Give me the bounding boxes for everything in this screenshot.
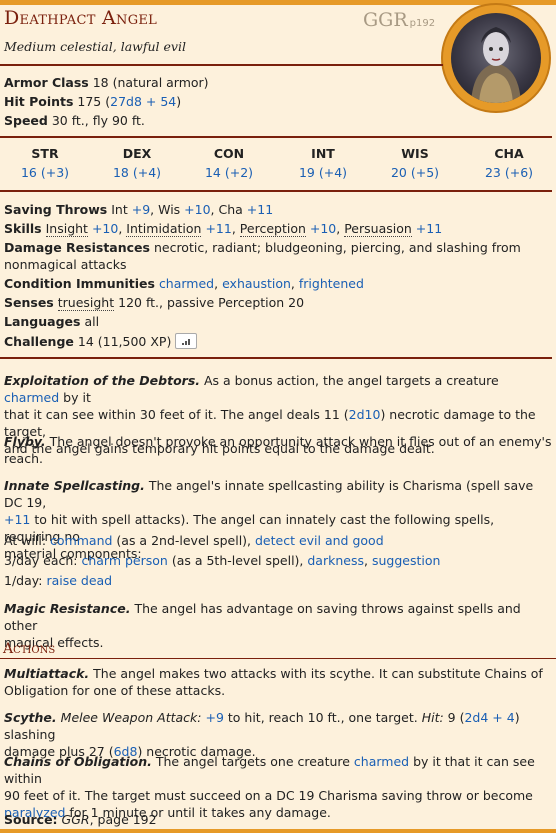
spell-link[interactable]: command [50, 533, 112, 548]
skill-intimidation[interactable]: Intimidation [126, 221, 202, 237]
ability-con: CON 14 (+2) [184, 146, 274, 180]
challenge: Challenge 14 (11,500 XP) [4, 333, 198, 349]
damage-roll[interactable]: 2d10 [349, 407, 381, 422]
attack-roll[interactable]: +9 [205, 710, 223, 725]
trait-innate-spellcasting: Innate Spellcasting. The angel's innate … [4, 478, 534, 561]
statblock: Deathpact Angel GGR p192 Medium celestial… [0, 0, 556, 833]
condition-link[interactable]: exhaustion [222, 276, 291, 291]
hit-points: Hit Points 175 (27d8 + 54) [4, 94, 182, 109]
skill-persuasion[interactable]: Persuasion [344, 221, 412, 237]
action-multiattack: Multiattack. The angel makes two attacks… [4, 666, 543, 698]
save-roll[interactable]: +9 [132, 202, 150, 217]
ability-wis: WIS 20 (+5) [370, 146, 460, 180]
trait-magic-resistance: Magic Resistance. The angel has advantag… [4, 601, 521, 650]
ability-roll[interactable]: 23 (+6) [464, 165, 554, 180]
signal-bars-icon[interactable] [175, 333, 198, 349]
skills: Skills Insight +10, Intimidation +11, Pe… [4, 221, 443, 237]
spell-link[interactable]: suggestion [372, 553, 440, 568]
creature-name: Deathpact Angel [4, 7, 158, 29]
skill-perception[interactable]: Perception [239, 221, 306, 237]
top-border [0, 0, 556, 5]
save-roll[interactable]: +11 [247, 202, 273, 217]
languages: Languages all [4, 314, 100, 329]
condition-link[interactable]: charmed [354, 754, 409, 769]
condition-link[interactable]: charmed [159, 276, 214, 291]
spell-link[interactable]: darkness [307, 553, 364, 568]
spell-link[interactable]: raise dead [46, 573, 112, 588]
damage-roll[interactable]: 2d4 + 4 [464, 710, 514, 725]
source-abbrev[interactable]: GGR [363, 9, 408, 31]
save-roll[interactable]: +10 [184, 202, 210, 217]
ability-roll[interactable]: 20 (+5) [370, 165, 460, 180]
divider [0, 658, 556, 659]
skill-insight[interactable]: Insight [45, 221, 88, 237]
source-book[interactable]: GGR [62, 812, 90, 827]
actions-header: Actions [3, 641, 56, 657]
source-line: Source: GGR, page 192 [4, 812, 157, 827]
source-page: p192 [409, 18, 436, 29]
spell-link[interactable]: detect evil and good [255, 533, 384, 548]
skill-roll[interactable]: +11 [205, 221, 231, 236]
divider [0, 64, 443, 66]
ability-roll[interactable]: 18 (+4) [92, 165, 182, 180]
trait-flyby: Flyby. The angel doesn't provoke an oppo… [4, 434, 552, 466]
hp-roll[interactable]: 27d8 + 54 [110, 94, 176, 109]
action-chains-of-obligation: Chains of Obligation. The angel targets … [4, 754, 535, 820]
ability-roll[interactable]: 19 (+4) [278, 165, 368, 180]
truesight-term[interactable]: truesight [57, 295, 115, 311]
ability-str: STR 16 (+3) [0, 146, 90, 180]
creature-type: Medium celestial, lawful evil [4, 39, 186, 54]
spells-3-day: 3/day each: charm person (as a 5th-level… [4, 553, 441, 568]
bottom-border [0, 829, 556, 833]
condition-link[interactable]: frightened [299, 276, 364, 291]
condition-link[interactable]: charmed [4, 390, 59, 405]
damage-resistances: Damage Resistances necrotic, radiant; bl… [4, 240, 521, 255]
skill-roll[interactable]: +10 [310, 221, 336, 236]
ability-roll[interactable]: 14 (+2) [184, 165, 274, 180]
source-tag[interactable]: GGR p192 [363, 9, 435, 31]
divider [0, 136, 552, 138]
creature-portrait-icon [451, 13, 541, 103]
condition-immunities: Condition Immunities charmed, exhaustion… [4, 276, 364, 291]
ability-int: INT 19 (+4) [278, 146, 368, 180]
skill-roll[interactable]: +10 [92, 221, 118, 236]
spell-link[interactable]: charm person [81, 553, 167, 568]
spell-attack-roll[interactable]: +11 [4, 512, 30, 527]
divider [0, 357, 552, 359]
saving-throws: Saving Throws Int +9, Wis +10, Cha +11 [4, 202, 274, 217]
skill-roll[interactable]: +11 [416, 221, 442, 236]
ability-dex: DEX 18 (+4) [92, 146, 182, 180]
creature-token[interactable] [443, 5, 549, 111]
senses: Senses truesight 120 ft., passive Percep… [4, 295, 305, 311]
spells-1-day: 1/day: raise dead [4, 573, 113, 588]
ability-roll[interactable]: 16 (+3) [0, 165, 90, 180]
ability-cha: CHA 23 (+6) [464, 146, 554, 180]
speed: Speed 30 ft., fly 90 ft. [4, 113, 145, 128]
damage-resistances-cont: nonmagical attacks [4, 257, 127, 272]
divider [0, 190, 552, 192]
spells-at-will: At will: command (as a 2nd-level spell),… [4, 533, 384, 548]
armor-class: Armor Class 18 (natural armor) [4, 75, 209, 90]
